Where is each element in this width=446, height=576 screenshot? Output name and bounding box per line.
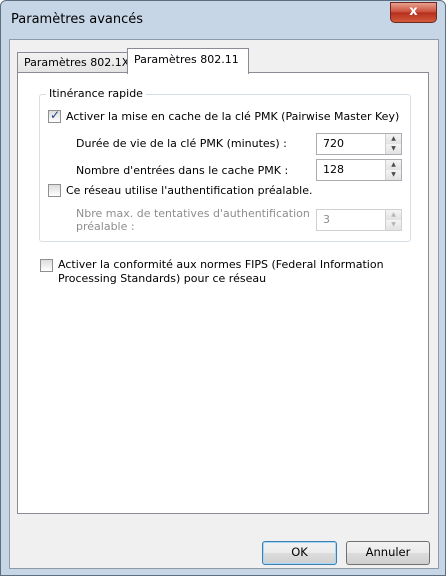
- cancel-button[interactable]: Annuler: [346, 541, 430, 565]
- pmk-entries-value: 128: [323, 163, 344, 176]
- preauth-attempts-value: 3: [323, 213, 330, 226]
- spin-down-icon[interactable]: ▼: [386, 170, 401, 180]
- window-title: Paramètres avancés: [11, 12, 144, 27]
- fips-label-line2: Processing Standards) pour ce réseau: [58, 272, 267, 285]
- checkmark-icon: ✓: [50, 108, 61, 122]
- tab-802-1x[interactable]: Paramètres 802.1X: [17, 52, 134, 73]
- close-icon: x: [409, 4, 418, 19]
- preauth-checkbox[interactable]: [48, 184, 61, 197]
- pmk-lifetime-spinbox[interactable]: 720 ▲ ▼: [316, 133, 402, 155]
- pmk-cache-checkbox[interactable]: ✓: [48, 108, 61, 123]
- preauth-attempts-spin-buttons: ▲ ▼: [385, 210, 401, 230]
- spin-down-icon[interactable]: ▼: [386, 144, 401, 154]
- tab-802-11[interactable]: Paramètres 802.11: [127, 48, 249, 74]
- pmk-entries-spin-buttons: ▲ ▼: [385, 160, 401, 180]
- pmk-lifetime-spin-buttons: ▲ ▼: [385, 134, 401, 154]
- preauth-attempts-label-line2: préalable :: [76, 220, 135, 233]
- fips-label-line1: Activer la conformité aux normes FIPS (F…: [58, 258, 384, 271]
- pmk-lifetime-value: 720: [323, 137, 344, 150]
- fips-checkbox[interactable]: [40, 259, 53, 272]
- preauth-label: Ce réseau utilise l'authentification pré…: [66, 184, 313, 197]
- pmk-entries-spinbox[interactable]: 128 ▲ ▼: [316, 159, 402, 181]
- pmk-cache-label: Activer la mise en cache de la clé PMK (…: [66, 110, 400, 123]
- preauth-attempts-spinbox[interactable]: 3 ▲ ▼: [316, 209, 402, 231]
- spin-down-icon[interactable]: ▼: [386, 220, 401, 230]
- title-bar[interactable]: Paramètres avancés x: [1, 1, 445, 39]
- fast-roaming-group-title: Itinérance rapide: [46, 87, 146, 100]
- pmk-lifetime-label: Durée de vie de la clé PMK (minutes) :: [76, 137, 287, 150]
- close-button[interactable]: x: [390, 2, 437, 23]
- ok-button[interactable]: OK: [262, 541, 337, 565]
- pmk-entries-label: Nombre d'entrées dans le cache PMK :: [76, 164, 289, 177]
- preauth-attempts-label-line1: Nbre max. de tentatives d'authentificati…: [76, 207, 310, 220]
